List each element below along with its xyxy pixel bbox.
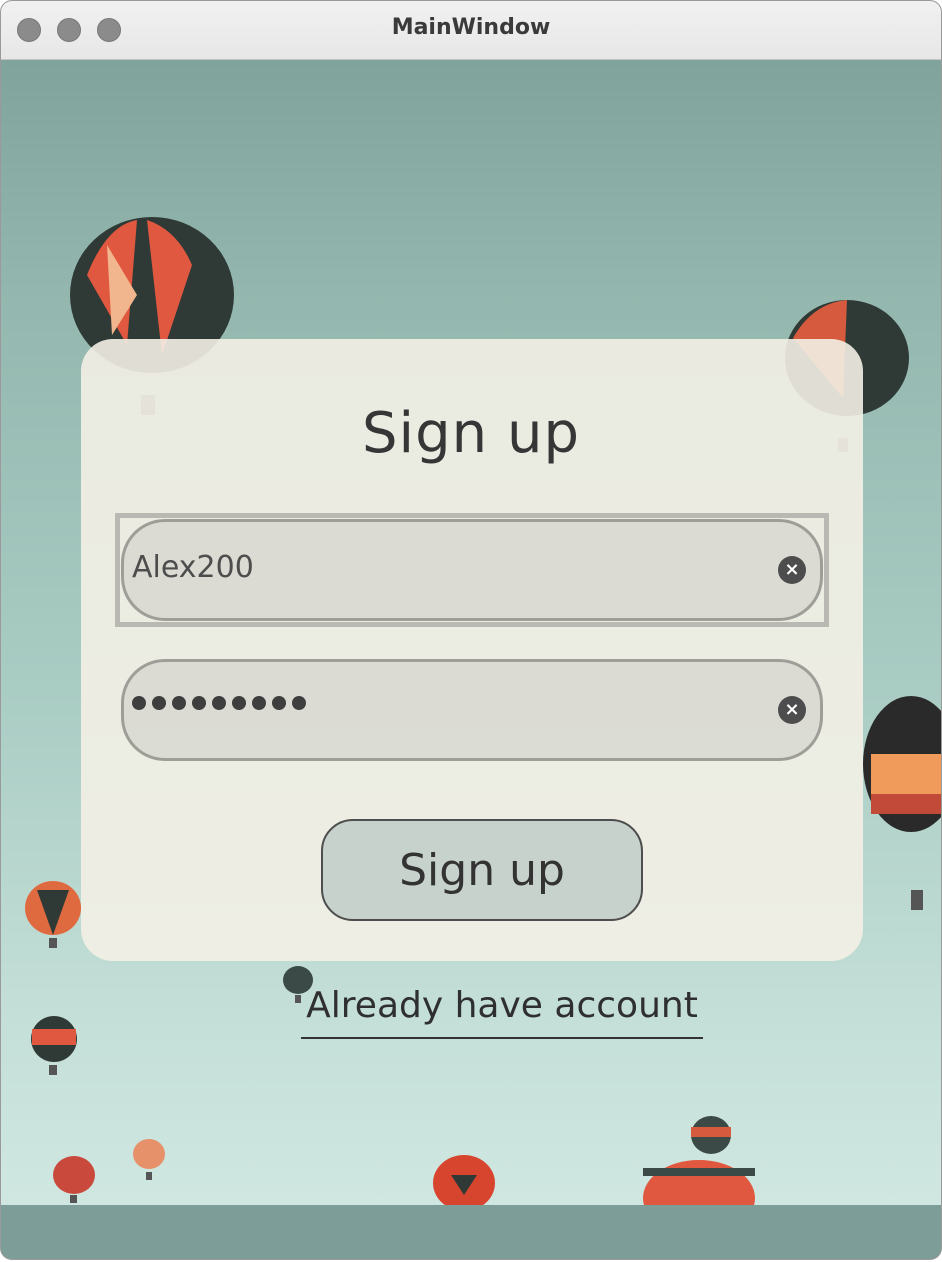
sign-up-button[interactable]: Sign up [321, 819, 643, 921]
balloon-image [53, 1156, 95, 1203]
clear-icon[interactable]: × [778, 696, 806, 724]
main-window: MainWindow Sign up Alex200 × × Sign up A… [0, 0, 942, 1260]
already-have-account-link[interactable]: Already have account [301, 985, 703, 1039]
page-title: Sign up [362, 401, 580, 466]
balloon-image [643, 1160, 755, 1205]
password-dot [132, 696, 146, 710]
password-dot [192, 696, 206, 710]
balloon-image [31, 1016, 77, 1075]
balloon-image [433, 1155, 495, 1205]
username-value: Alex200 [132, 550, 254, 585]
password-dot [272, 696, 286, 710]
balloon-image [691, 1116, 731, 1154]
username-field[interactable]: Alex200 × [121, 519, 823, 621]
balloon-image [25, 881, 81, 948]
window-title: MainWindow [391, 15, 551, 40]
title-bar[interactable]: MainWindow [1, 1, 941, 60]
balloon-image [863, 696, 941, 910]
password-dot [172, 696, 186, 710]
password-dot [212, 696, 226, 710]
password-dot [232, 696, 246, 710]
clear-icon[interactable]: × [778, 556, 806, 584]
password-mask [132, 696, 306, 710]
password-dot [152, 696, 166, 710]
password-dot [292, 696, 306, 710]
password-field[interactable]: × [121, 659, 823, 761]
balloon-image [133, 1139, 165, 1180]
password-dot [252, 696, 266, 710]
status-bar [1, 1205, 941, 1259]
